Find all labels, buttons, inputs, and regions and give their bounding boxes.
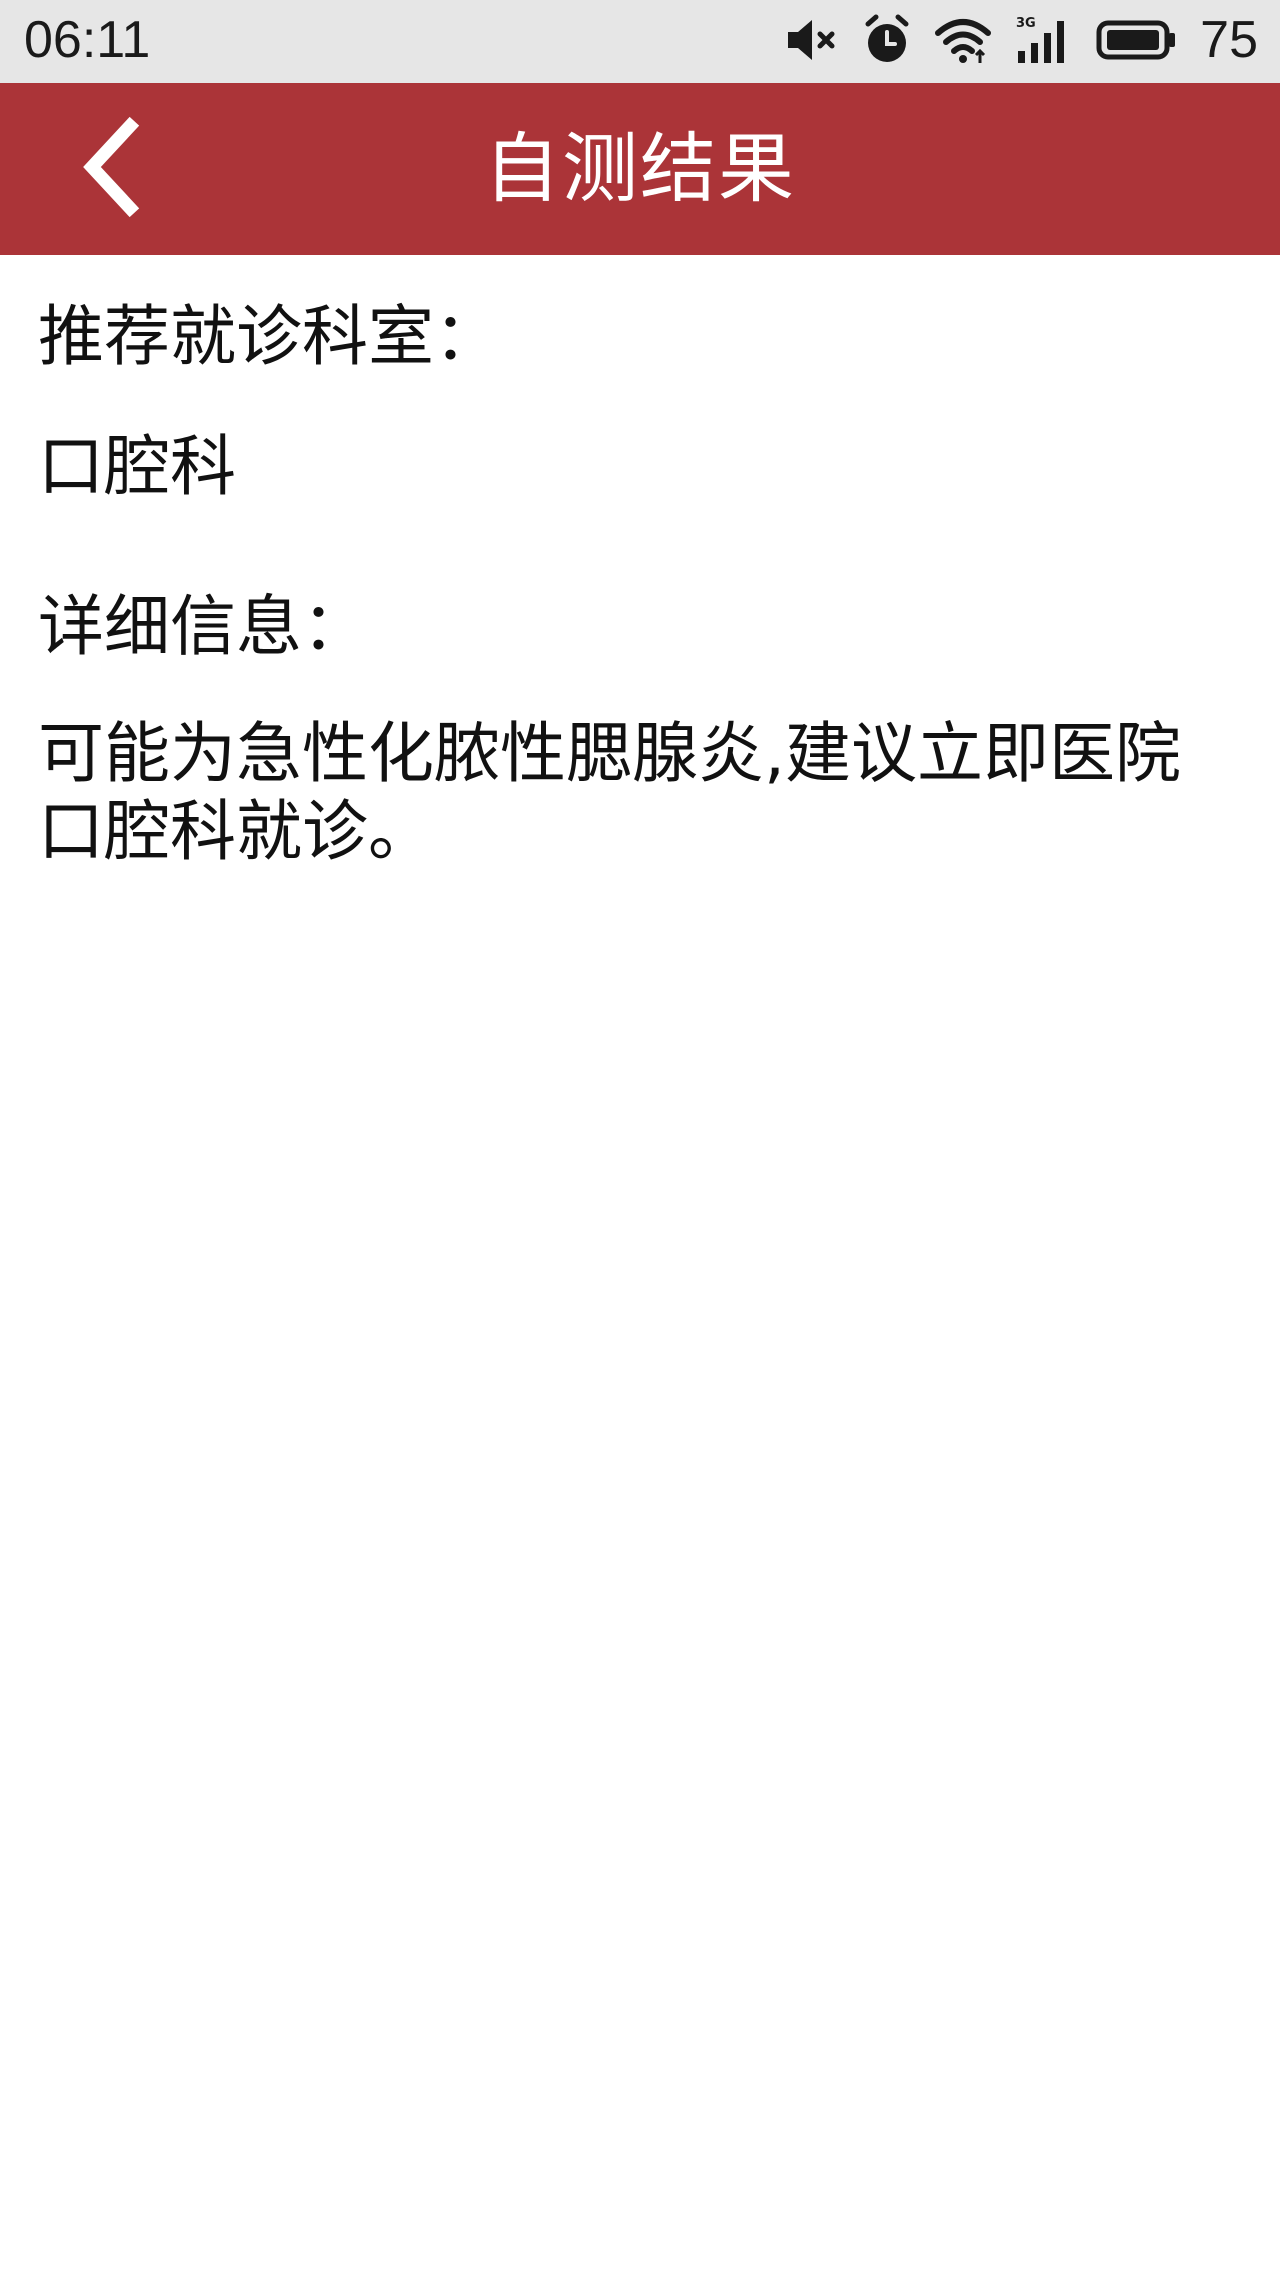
status-icons: 3G 75: [786, 12, 1258, 68]
page-title: 自测结果: [484, 124, 796, 213]
detail-info-label: 详细信息：: [38, 588, 368, 665]
battery-icon: [1096, 18, 1178, 62]
alarm-icon: [862, 14, 912, 66]
signal-3g-icon: 3G: [1014, 15, 1074, 65]
wifi-icon: [934, 15, 992, 65]
detail-info-text: 可能为急性化脓性腮腺炎,建议立即医院口腔科就诊。: [38, 715, 1181, 870]
result-content: 推荐就诊科室： 口腔科 详细信息： 可能为急性化脓性腮腺炎,建议立即医院口腔科就…: [0, 255, 1280, 871]
status-time: 06:11: [24, 11, 151, 69]
app-bar: 自测结果: [0, 83, 1280, 255]
svg-text:3G: 3G: [1016, 16, 1036, 31]
mute-icon: [786, 16, 840, 64]
status-bar: 06:11 3G 75: [0, 0, 1280, 83]
battery-level: 75: [1200, 11, 1258, 69]
recommend-department-label: 推荐就诊科室：: [38, 298, 500, 375]
department-value: 口腔科: [38, 428, 236, 505]
